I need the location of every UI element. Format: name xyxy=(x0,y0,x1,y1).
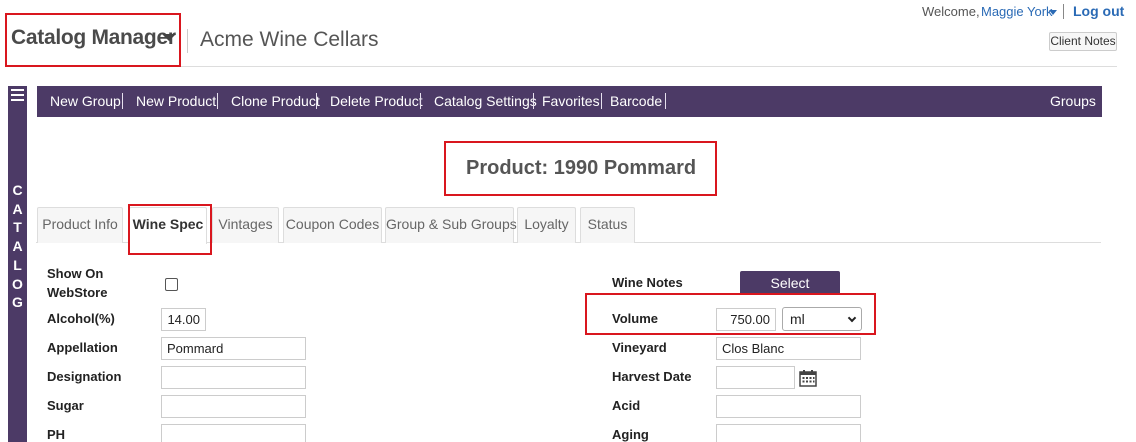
barcode-button[interactable]: Barcode xyxy=(610,93,662,109)
volume-input[interactable]: 750.00 xyxy=(716,308,776,331)
user-menu[interactable]: Maggie York xyxy=(981,4,1053,19)
tab-loyalty[interactable]: Loyalty xyxy=(517,207,576,243)
volume-unit-select[interactable]: ml xyxy=(782,307,862,331)
app-title[interactable]: Catalog Manager xyxy=(11,26,176,50)
acid-label: Acid xyxy=(612,398,641,413)
hamburger-menu-icon[interactable] xyxy=(11,89,24,101)
show-on-webstore-label: Show On WebStore xyxy=(47,266,108,300)
designation-input[interactable] xyxy=(161,366,306,389)
side-panel-label: CATALOG xyxy=(12,182,23,311)
wine-notes-label: Wine Notes xyxy=(612,275,683,290)
tab-wine-spec[interactable]: Wine Spec xyxy=(129,207,207,244)
caret-down-icon[interactable] xyxy=(1049,10,1057,15)
tab-product-info[interactable]: Product Info xyxy=(37,207,123,243)
ph-label: PH xyxy=(47,427,66,442)
vineyard-label: Vineyard xyxy=(612,340,667,355)
clone-product-button[interactable]: Clone Product xyxy=(231,93,320,109)
new-group-button[interactable]: New Group xyxy=(50,93,121,109)
aging-label: Aging xyxy=(612,427,649,442)
header-divider xyxy=(187,29,188,53)
catalog-settings-button[interactable]: Catalog Settings xyxy=(434,93,537,109)
user-divider xyxy=(1063,4,1064,19)
tab-coupon-codes[interactable]: Coupon Codes xyxy=(283,207,382,243)
show-on-webstore-checkbox[interactable] xyxy=(165,278,178,291)
alcohol-input[interactable]: 14.00 xyxy=(161,308,206,331)
volume-label: Volume xyxy=(612,311,658,326)
tab-vintages[interactable]: Vintages xyxy=(212,207,279,243)
favorites-button[interactable]: Favorites xyxy=(542,93,600,109)
client-name: Acme Wine Cellars xyxy=(200,28,379,51)
nav-divider xyxy=(420,93,421,109)
client-notes-button[interactable]: Client Notes xyxy=(1049,32,1117,51)
appellation-label: Appellation xyxy=(47,340,118,355)
vineyard-input[interactable]: Clos Blanc xyxy=(716,337,861,360)
catalog-side-panel[interactable]: CATALOG xyxy=(8,86,27,442)
groups-button[interactable]: Groups xyxy=(1050,93,1096,109)
nav-divider xyxy=(316,93,317,109)
acid-input[interactable] xyxy=(716,395,861,418)
caret-down-icon[interactable] xyxy=(162,34,176,41)
ph-input[interactable] xyxy=(161,424,306,442)
designation-label: Designation xyxy=(47,369,122,384)
page-title: Product: 1990 Pommard xyxy=(466,157,697,179)
volume-unit-value: ml xyxy=(790,311,805,327)
nav-divider xyxy=(533,93,534,109)
logout-link[interactable]: Log out xyxy=(1073,3,1124,19)
sugar-label: Sugar xyxy=(47,398,84,413)
chevron-down-icon xyxy=(847,313,857,323)
harvest-date-label: Harvest Date xyxy=(612,369,692,384)
appellation-input[interactable]: Pommard xyxy=(161,337,306,360)
calendar-icon[interactable] xyxy=(799,370,817,387)
nav-divider xyxy=(122,93,123,109)
tab-group-sub-groups[interactable]: Group & Sub Groups xyxy=(385,207,517,243)
aging-input[interactable] xyxy=(716,424,861,442)
wine-notes-select-button[interactable]: Select xyxy=(740,271,840,295)
header-divider-line xyxy=(8,66,1117,67)
nav-divider xyxy=(217,93,218,109)
harvest-date-input[interactable] xyxy=(716,366,795,389)
welcome-text: Welcome, xyxy=(922,4,980,19)
tab-status[interactable]: Status xyxy=(580,207,635,243)
delete-product-button[interactable]: Delete Product xyxy=(330,93,423,109)
nav-divider xyxy=(665,93,666,109)
nav-divider xyxy=(601,93,602,109)
new-product-button[interactable]: New Product xyxy=(136,93,216,109)
alcohol-label: Alcohol(%) xyxy=(47,311,115,326)
sugar-input[interactable] xyxy=(161,395,306,418)
catalog-toolbar: New Group New Product Clone Product Dele… xyxy=(37,86,1102,117)
